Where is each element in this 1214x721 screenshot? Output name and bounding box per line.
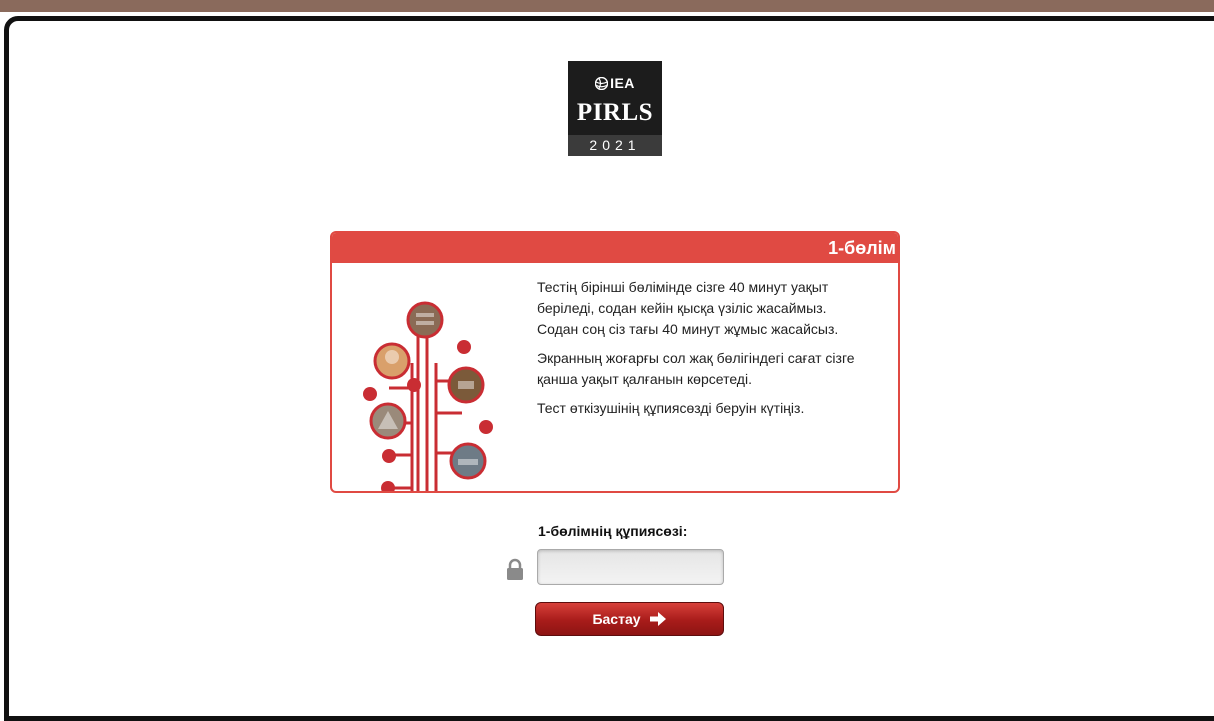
logo-name: PIRLS [576, 99, 654, 126]
section-title: 1-бөлім [332, 233, 898, 263]
reading-tree-illustration [363, 301, 493, 491]
instruction-time: Тестің бірінші бөлімінде сізге 40 минут … [537, 279, 839, 337]
password-input[interactable] [537, 549, 724, 585]
logo-org: IEA [610, 75, 635, 91]
logo-year: 2021 [568, 135, 662, 156]
pirls-logo: IEA PIRLS 2021 [568, 61, 662, 156]
section-instructions: Тестің бірінші бөлімінде сізге 40 минут … [537, 277, 857, 427]
arrow-right-icon [649, 612, 666, 626]
instruction-clock: Экранның жоғарғы сол жақ бөлігіндегі сағ… [537, 350, 855, 387]
start-button[interactable]: Бастау [535, 602, 724, 636]
password-label: 1-бөлімнің құпиясөзі: [538, 523, 688, 539]
lock-icon [507, 558, 523, 580]
start-button-label: Бастау [592, 611, 641, 627]
instruction-wait: Тест өткізушінің құпиясөзді беруін күтің… [537, 400, 805, 416]
logo-iea-text: IEA [568, 75, 662, 91]
section-info-card: 1-бөлім Тестің бірінші бөлімінде сізге 4… [330, 231, 900, 493]
iea-globe-icon [594, 76, 609, 91]
